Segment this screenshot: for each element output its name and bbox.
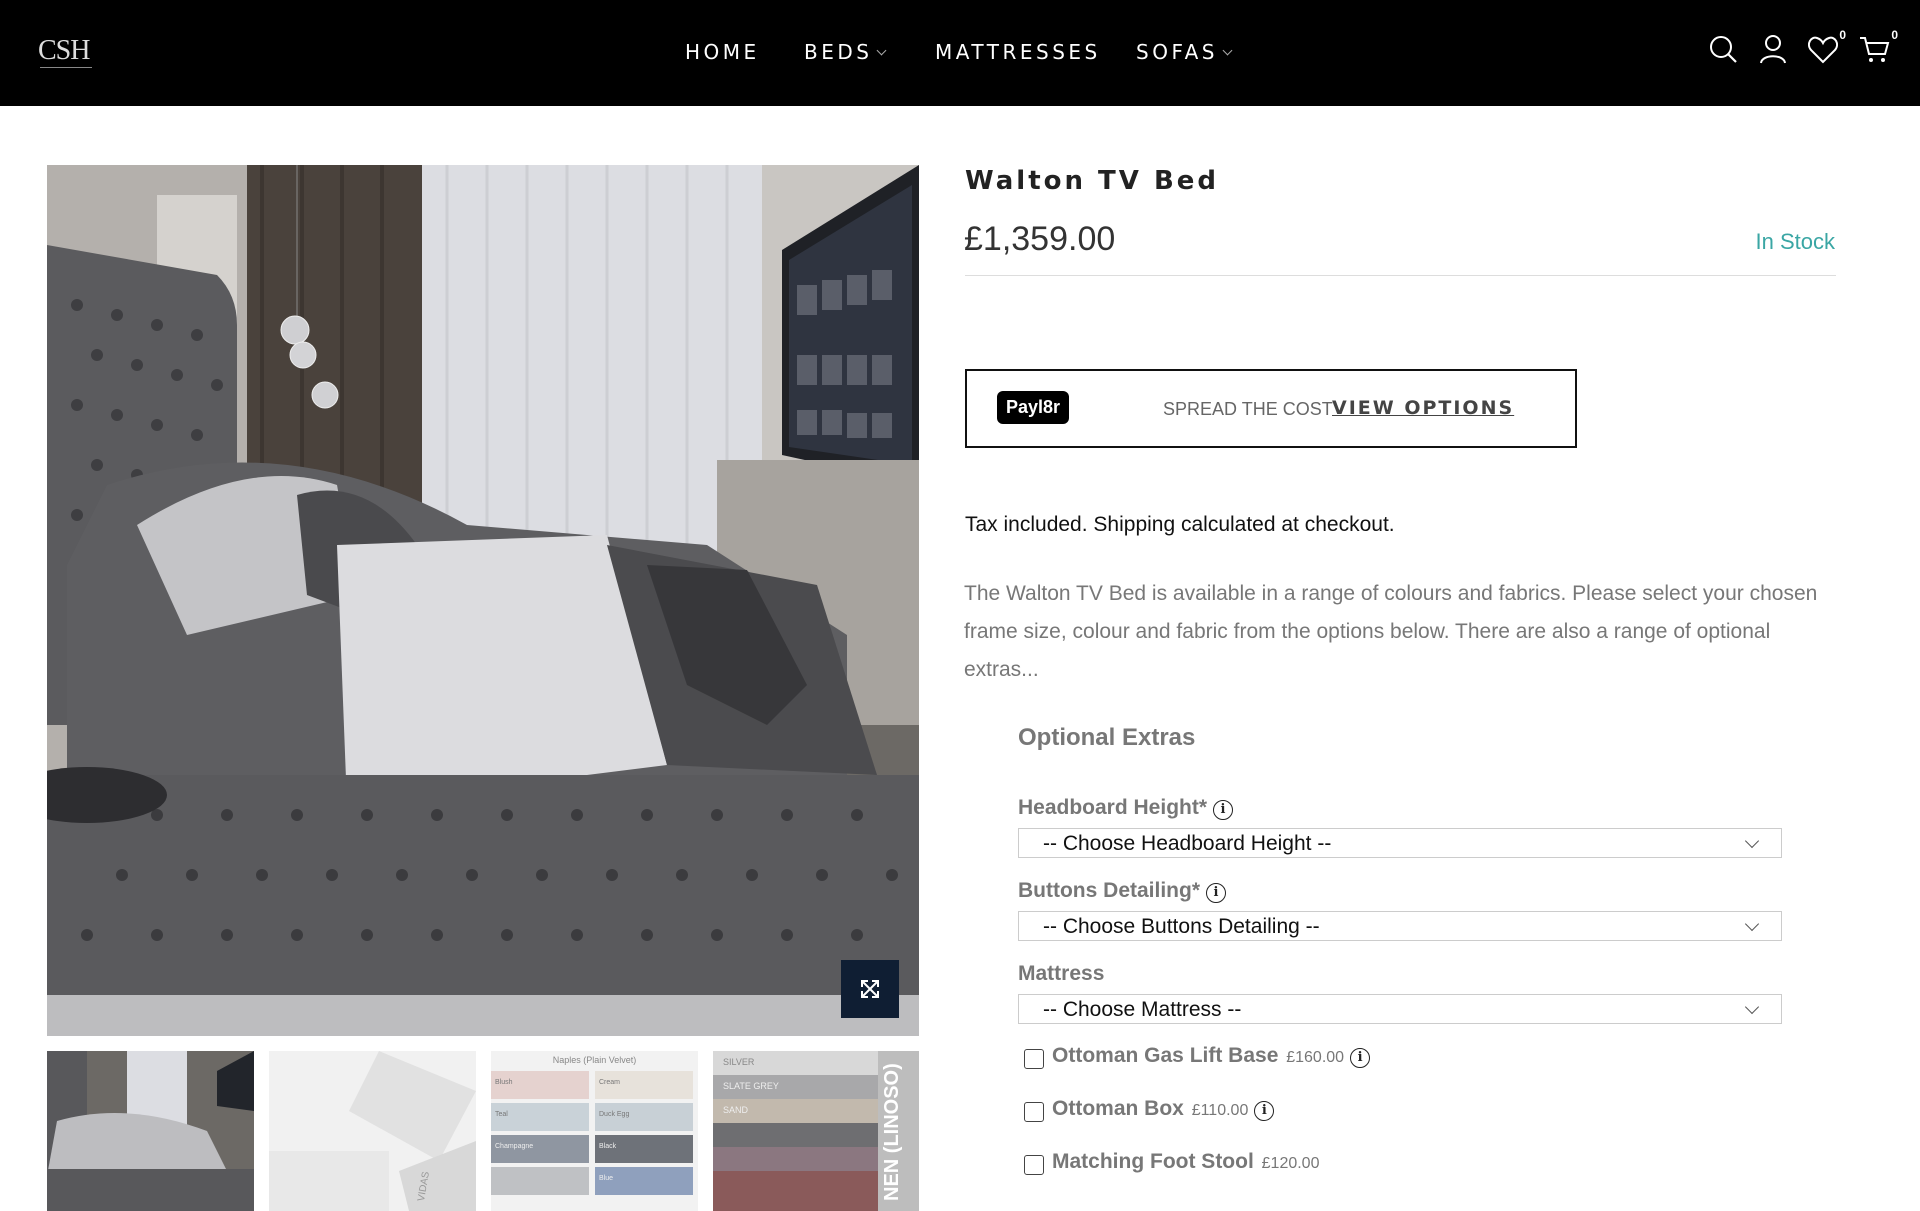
option-price: £120.00 bbox=[1261, 1155, 1320, 1172]
nav-item-home[interactable]: HOME bbox=[685, 40, 760, 64]
spread-cost-text: SPREAD THE COST bbox=[1163, 399, 1333, 419]
nav-label: SOFAS bbox=[1136, 40, 1218, 64]
swatch-label: SAND bbox=[723, 1105, 749, 1115]
product-description: The Walton TV Bed is available in a rang… bbox=[964, 582, 1818, 681]
gallery-thumb-1[interactable] bbox=[47, 1051, 254, 1211]
info-icon[interactable]: i bbox=[1213, 800, 1234, 820]
gallery-thumb-3[interactable]: Naples (Plain Velvet) Blush Cream Teal D… bbox=[491, 1051, 698, 1211]
thumb-side-label: NEN (LINOSO) bbox=[881, 1063, 903, 1201]
thumb-fabric-photo bbox=[269, 1051, 476, 1211]
wishlist-icon[interactable]: 0 bbox=[1806, 28, 1846, 66]
mattress-label: Mattress bbox=[1018, 962, 1104, 986]
nav-label: BEDS bbox=[804, 40, 873, 64]
expand-image-button[interactable] bbox=[841, 960, 899, 1018]
swatch-label: Teal bbox=[495, 1111, 508, 1118]
option-label: Ottoman Gas Lift Base £160.00 i bbox=[1052, 1044, 1371, 1068]
stock-status: In Stock bbox=[1755, 229, 1835, 254]
nav-label: MATTRESSES bbox=[935, 40, 1101, 64]
option-label: Matching Foot Stool £120.00 bbox=[1052, 1150, 1319, 1174]
option-name: Matching Foot Stool bbox=[1052, 1150, 1254, 1173]
nav-label: HOME bbox=[685, 40, 760, 64]
headboard-height-select[interactable]: -- Choose Headboard Height -- bbox=[1018, 828, 1782, 858]
info-icon[interactable]: i bbox=[1206, 883, 1226, 903]
swatch-label: SLATE GREY bbox=[723, 1081, 779, 1091]
field-label-text: Mattress bbox=[1018, 962, 1105, 985]
info-icon[interactable]: i bbox=[1350, 1048, 1371, 1068]
account-icon[interactable] bbox=[1756, 32, 1790, 66]
chevron-down-icon bbox=[1222, 45, 1233, 56]
gallery-thumb-4[interactable]: SILVER SLATE GREY SAND NEN (LINOSO) bbox=[713, 1051, 919, 1211]
swatch-label: Blush bbox=[495, 1079, 513, 1086]
ottoman-gas-lift-checkbox[interactable] bbox=[1024, 1049, 1044, 1069]
tax-note: Tax included. Shipping calculated at che… bbox=[965, 513, 1395, 536]
option-name: Ottoman Gas Lift Base bbox=[1052, 1044, 1279, 1067]
divider bbox=[965, 275, 1836, 276]
site-header: CSH HOME BEDS MATTRESSES SOFAS 0 0 bbox=[0, 0, 1920, 106]
buttons-detailing-label: Buttons Detailing* i bbox=[1018, 879, 1226, 903]
cart-icon[interactable]: 0 bbox=[1858, 28, 1898, 66]
headboard-height-label: Headboard Height* i bbox=[1018, 796, 1234, 820]
product-price: £1,359.00 bbox=[964, 220, 1116, 258]
option-price: £160.00 bbox=[1286, 1049, 1345, 1066]
swatch-label: Champagne bbox=[495, 1143, 534, 1150]
select-value: -- Choose Mattress -- bbox=[1043, 998, 1242, 1021]
option-label: Ottoman Box £110.00 i bbox=[1052, 1097, 1275, 1121]
search-icon[interactable] bbox=[1706, 32, 1740, 66]
mattress-select[interactable]: -- Choose Mattress -- bbox=[1018, 994, 1782, 1024]
swatch-label: SILVER bbox=[723, 1057, 755, 1067]
option-name: Ottoman Box bbox=[1052, 1097, 1184, 1120]
view-options-link[interactable]: VIEW OPTIONS bbox=[1332, 397, 1514, 419]
cart-count: 0 bbox=[1891, 28, 1898, 42]
product-title: Walton TV Bed bbox=[965, 166, 1220, 196]
select-value: -- Choose Buttons Detailing -- bbox=[1043, 915, 1320, 938]
swatch-label: Blue bbox=[599, 1175, 614, 1182]
product-main-image[interactable] bbox=[47, 165, 919, 1036]
nav-item-sofas[interactable]: SOFAS bbox=[1136, 40, 1233, 64]
field-label-text: Buttons Detailing* bbox=[1018, 879, 1200, 902]
foot-stool-checkbox[interactable] bbox=[1024, 1155, 1044, 1175]
chevron-down-icon bbox=[1744, 916, 1760, 932]
chevron-down-icon bbox=[1744, 833, 1760, 849]
nav-item-beds[interactable]: BEDS bbox=[804, 40, 887, 64]
swatch-label: Duck Egg bbox=[599, 1111, 630, 1118]
optional-extras-heading: Optional Extras bbox=[1018, 724, 1196, 751]
main-nav: HOME BEDS MATTRESSES SOFAS bbox=[0, 0, 1920, 106]
swatch-label: Black bbox=[599, 1143, 617, 1150]
nav-item-mattresses[interactable]: MATTRESSES bbox=[935, 40, 1101, 64]
option-price: £110.00 bbox=[1191, 1102, 1249, 1119]
buttons-detailing-select[interactable]: -- Choose Buttons Detailing -- bbox=[1018, 911, 1782, 941]
info-icon[interactable]: i bbox=[1254, 1101, 1275, 1121]
field-label-text: Headboard Height* bbox=[1018, 796, 1208, 819]
chevron-down-icon bbox=[877, 45, 887, 56]
select-value: -- Choose Headboard Height -- bbox=[1043, 832, 1332, 855]
chevron-down-icon bbox=[1744, 999, 1760, 1015]
thumb-bed-photo bbox=[47, 1051, 254, 1211]
wishlist-count: 0 bbox=[1839, 28, 1846, 42]
swatch-grid bbox=[491, 1071, 693, 1195]
expand-icon bbox=[861, 980, 879, 998]
payl8r-widget: Payl8r SPREAD THE COST VIEW OPTIONS bbox=[965, 369, 1577, 448]
swatch-label: Cream bbox=[599, 1079, 621, 1086]
gallery-thumb-2[interactable]: VIDAS bbox=[269, 1051, 476, 1211]
ottoman-box-checkbox[interactable] bbox=[1024, 1102, 1044, 1122]
bed-photo-illustration bbox=[47, 165, 919, 1036]
payl8r-logo: Payl8r bbox=[997, 391, 1070, 424]
